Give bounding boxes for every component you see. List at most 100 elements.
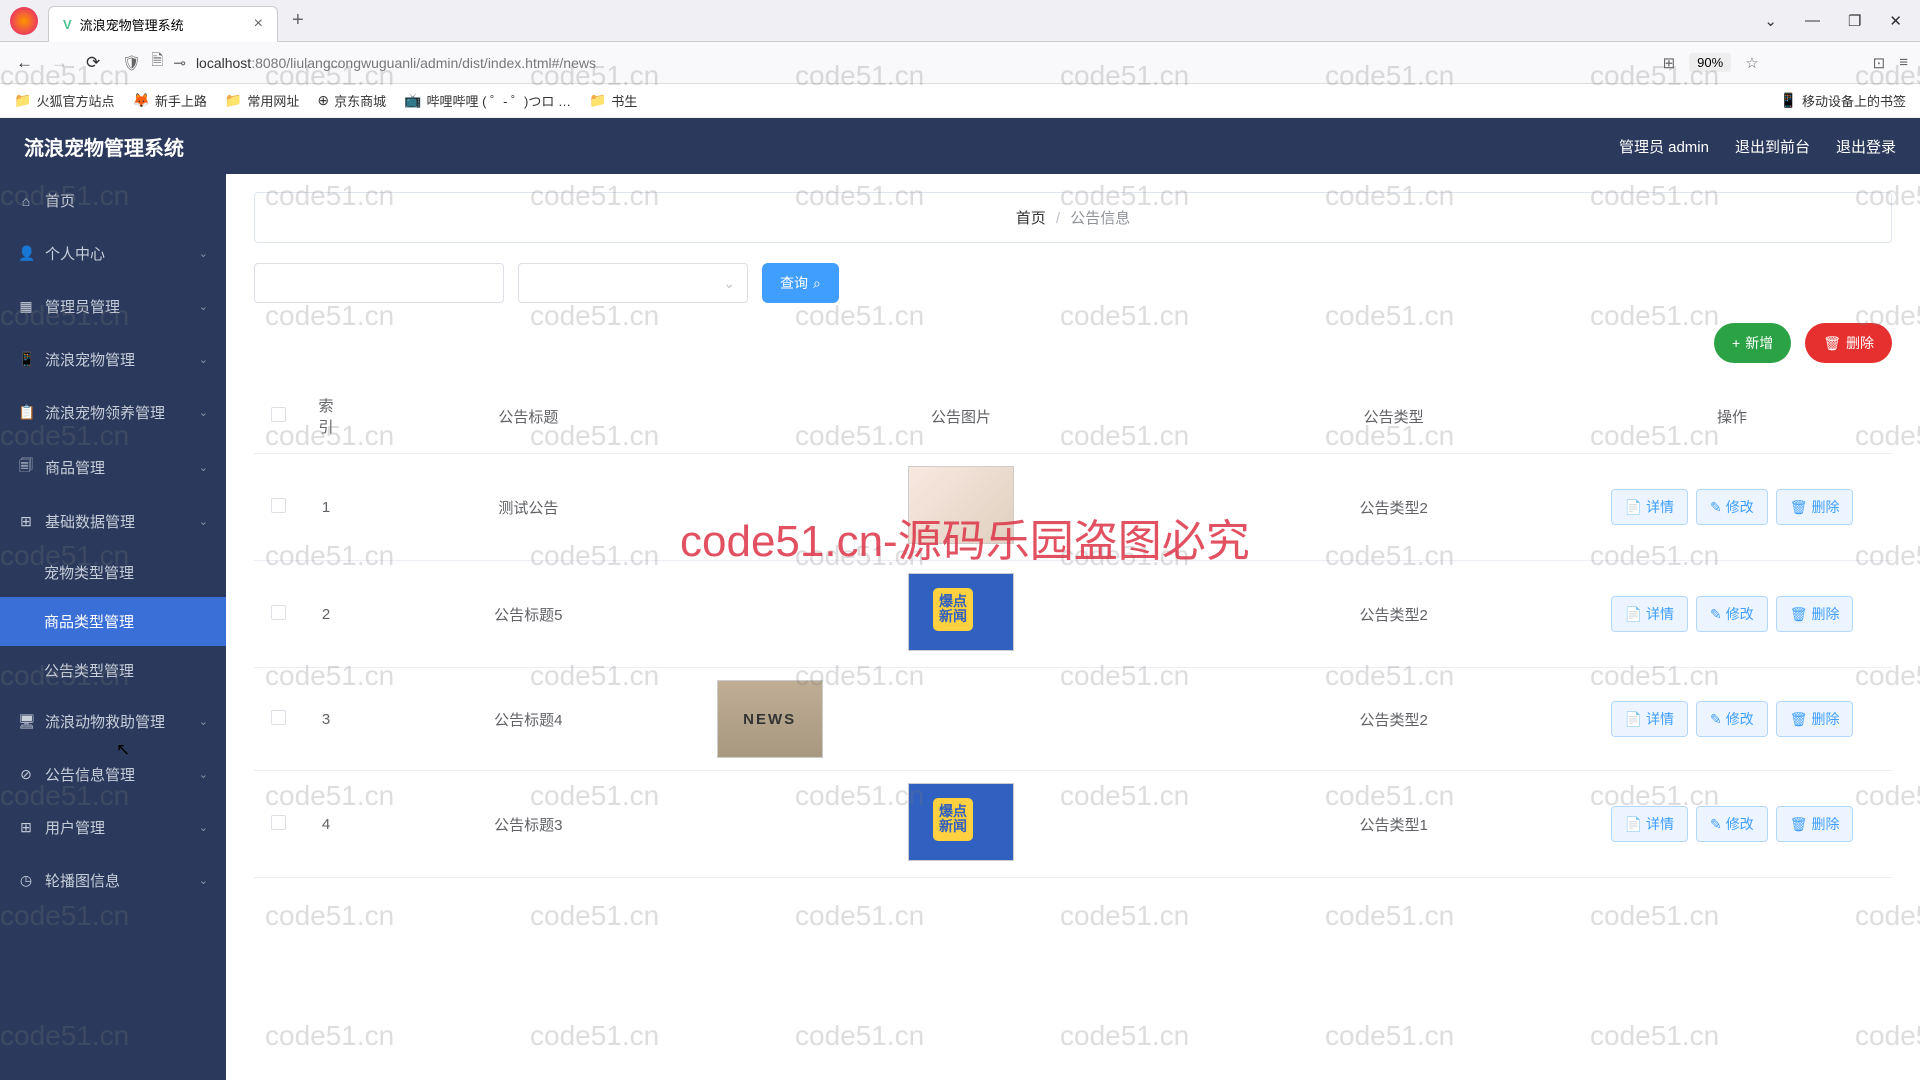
cell-title: 公告标题5 <box>350 561 707 668</box>
cell-image <box>707 561 1216 668</box>
firefox-logo-icon <box>10 7 38 35</box>
chevron-down-icon: ⌄ <box>199 715 208 728</box>
sidebar-item-adopt[interactable]: 📋流浪宠物领养管理⌄ <box>0 386 226 439</box>
sidebar-sub-pet-type[interactable]: 宠物类型管理 <box>0 548 226 597</box>
url-field[interactable]: 🛡 🗎 ⊸ localhost:8080/liulangcongwuguanli… <box>114 50 1652 75</box>
trash-icon: 🗑 <box>1790 606 1808 623</box>
row-delete-button[interactable]: 🗑 删除 <box>1776 596 1854 632</box>
bookmark-item[interactable]: 📺哔哩哔哩 ( ゜- ゜)つロ … <box>404 91 571 110</box>
sidebar-item-label: 基础数据管理 <box>45 511 135 532</box>
minimize-icon[interactable]: — <box>1805 12 1820 29</box>
sidebar-item-profile[interactable]: 👤个人中心⌄ <box>0 227 226 280</box>
sidebar-item-admin[interactable]: ▦管理员管理⌄ <box>0 280 226 333</box>
cell-title: 公告标题4 <box>350 668 707 771</box>
doc-icon: 📄 <box>1625 606 1642 623</box>
monitor-icon: 🖥 <box>18 713 34 730</box>
edit-button[interactable]: ✎ 修改 <box>1696 806 1768 842</box>
maximize-icon[interactable]: ❐ <box>1848 12 1861 30</box>
logout-front-button[interactable]: 退出到前台 <box>1735 136 1810 157</box>
row-actions: 📄 详情✎ 修改🗑 删除 <box>1582 806 1882 842</box>
bookmark-label: 京东商城 <box>334 91 386 110</box>
sidebar-item-label: 流浪动物救助管理 <box>45 711 165 732</box>
add-button[interactable]: + 新增 <box>1714 323 1791 363</box>
browser-tab[interactable]: V 流浪宠物管理系统 × <box>48 6 278 42</box>
mobile-bookmarks[interactable]: 📱移动设备上的书签 <box>1780 91 1906 110</box>
sidebar-item-notice[interactable]: ⊘公告信息管理⌄ <box>0 748 226 801</box>
cell-image <box>707 454 1216 561</box>
thumbnail[interactable] <box>908 466 1014 544</box>
sidebar-sub-product-type[interactable]: 商品类型管理 <box>0 597 226 646</box>
thumbnail[interactable] <box>908 783 1014 861</box>
admin-label[interactable]: 管理员 admin <box>1619 136 1709 157</box>
shield-icon[interactable]: 🛡 <box>122 54 141 72</box>
detail-button[interactable]: 📄 详情 <box>1611 701 1688 737</box>
menu-icon[interactable]: ≡ <box>1899 54 1908 71</box>
detail-button[interactable]: 📄 详情 <box>1611 489 1688 525</box>
search-button[interactable]: 查询 ⌕ <box>762 263 839 303</box>
bookmark-item[interactable]: 📁 火狐官方站点 <box>14 91 114 110</box>
sidebar-item-stray-pet[interactable]: 📱流浪宠物管理⌄ <box>0 333 226 386</box>
close-icon[interactable]: × <box>254 15 263 33</box>
detail-button[interactable]: 📄 详情 <box>1611 806 1688 842</box>
reload-icon[interactable]: ⟳ <box>82 49 104 77</box>
row-delete-button[interactable]: 🗑 删除 <box>1776 701 1854 737</box>
bookmark-item[interactable]: 📁常用网址 <box>225 91 299 110</box>
row-checkbox[interactable] <box>271 498 286 513</box>
thumbnail[interactable]: NEWS <box>717 680 823 758</box>
zoom-level[interactable]: 90% <box>1689 53 1731 72</box>
bookmark-item[interactable]: 📁书生 <box>589 91 637 110</box>
bookmark-label: 移动设备上的书签 <box>1802 91 1906 110</box>
sidebar-item-basedata[interactable]: ⊞基础数据管理⌄ <box>0 495 226 548</box>
page-info-icon[interactable]: 🗎 <box>151 50 163 75</box>
detail-button[interactable]: 📄 详情 <box>1611 596 1688 632</box>
search-select[interactable]: ⌄ <box>518 263 748 303</box>
user-icon: 👤 <box>18 245 34 262</box>
sidebar-sub-notice-type[interactable]: 公告类型管理 <box>0 646 226 695</box>
logout-button[interactable]: 退出登录 <box>1836 136 1896 157</box>
list-icon: 📋 <box>18 404 34 421</box>
edit-icon: ✎ <box>1710 499 1722 516</box>
thumbnail[interactable] <box>908 573 1014 651</box>
sidebar: ⌂首页 👤个人中心⌄ ▦管理员管理⌄ 📱流浪宠物管理⌄ 📋流浪宠物领养管理⌄ 🗐… <box>0 174 226 1080</box>
table-row: 2公告标题5公告类型2📄 详情✎ 修改🗑 删除 <box>254 561 1892 668</box>
new-tab-button[interactable]: + <box>292 9 304 32</box>
extension-icon[interactable]: ⊡ <box>1873 54 1886 72</box>
bilibili-icon: 📺 <box>404 92 421 109</box>
search-input[interactable] <box>254 263 504 303</box>
chevron-down-icon: ⌄ <box>199 247 208 260</box>
close-window-icon[interactable]: ✕ <box>1889 12 1902 30</box>
qr-icon[interactable]: ⊞ <box>1663 54 1676 72</box>
bookmark-item[interactable]: 🦊新手上路 <box>132 91 206 110</box>
sidebar-item-carousel[interactable]: ◷轮播图信息⌄ <box>0 854 226 907</box>
sidebar-item-label: 轮播图信息 <box>45 870 120 891</box>
row-checkbox[interactable] <box>271 815 286 830</box>
table-row: 3公告标题4NEWS公告类型2📄 详情✎ 修改🗑 删除 <box>254 668 1892 771</box>
bookmark-item[interactable]: ⊕京东商城 <box>317 91 386 110</box>
delete-button[interactable]: 🗑 删除 <box>1805 323 1892 363</box>
edit-button[interactable]: ✎ 修改 <box>1696 489 1768 525</box>
sidebar-item-rescue[interactable]: 🖥 流浪动物救助管理 ⌄ <box>0 695 226 748</box>
table-row: 1测试公告公告类型2📄 详情✎ 修改🗑 删除 <box>254 454 1892 561</box>
cell-index: 3 <box>302 668 350 771</box>
edit-button[interactable]: ✎ 修改 <box>1696 596 1768 632</box>
edit-icon: ✎ <box>1710 606 1722 623</box>
checkbox-all[interactable] <box>271 407 286 422</box>
chevron-down-icon: ⌄ <box>199 461 208 474</box>
row-actions: 📄 详情✎ 修改🗑 删除 <box>1582 596 1882 632</box>
edit-button[interactable]: ✎ 修改 <box>1696 701 1768 737</box>
folder-icon: 📁 <box>14 92 31 109</box>
button-label: 新增 <box>1745 333 1773 353</box>
data-table: 索引 公告标题 公告图片 公告类型 操作 1测试公告公告类型2📄 详情✎ 修改🗑… <box>254 379 1892 878</box>
tab-dropdown-icon[interactable]: ⌄ <box>1764 12 1777 30</box>
bookmark-label: 火狐官方站点 <box>36 91 114 110</box>
sidebar-item-product[interactable]: 🗐商品管理⌄ <box>0 439 226 495</box>
back-icon[interactable]: ← <box>12 49 37 77</box>
sidebar-item-home[interactable]: ⌂首页 <box>0 174 226 227</box>
sidebar-item-user[interactable]: ⊞用户管理⌄ <box>0 801 226 854</box>
row-delete-button[interactable]: 🗑 删除 <box>1776 489 1854 525</box>
row-checkbox[interactable] <box>271 710 286 725</box>
row-delete-button[interactable]: 🗑 删除 <box>1776 806 1854 842</box>
row-checkbox[interactable] <box>271 605 286 620</box>
breadcrumb-home[interactable]: 首页 <box>1016 210 1046 227</box>
bookmark-star-icon[interactable]: ☆ <box>1745 54 1758 72</box>
